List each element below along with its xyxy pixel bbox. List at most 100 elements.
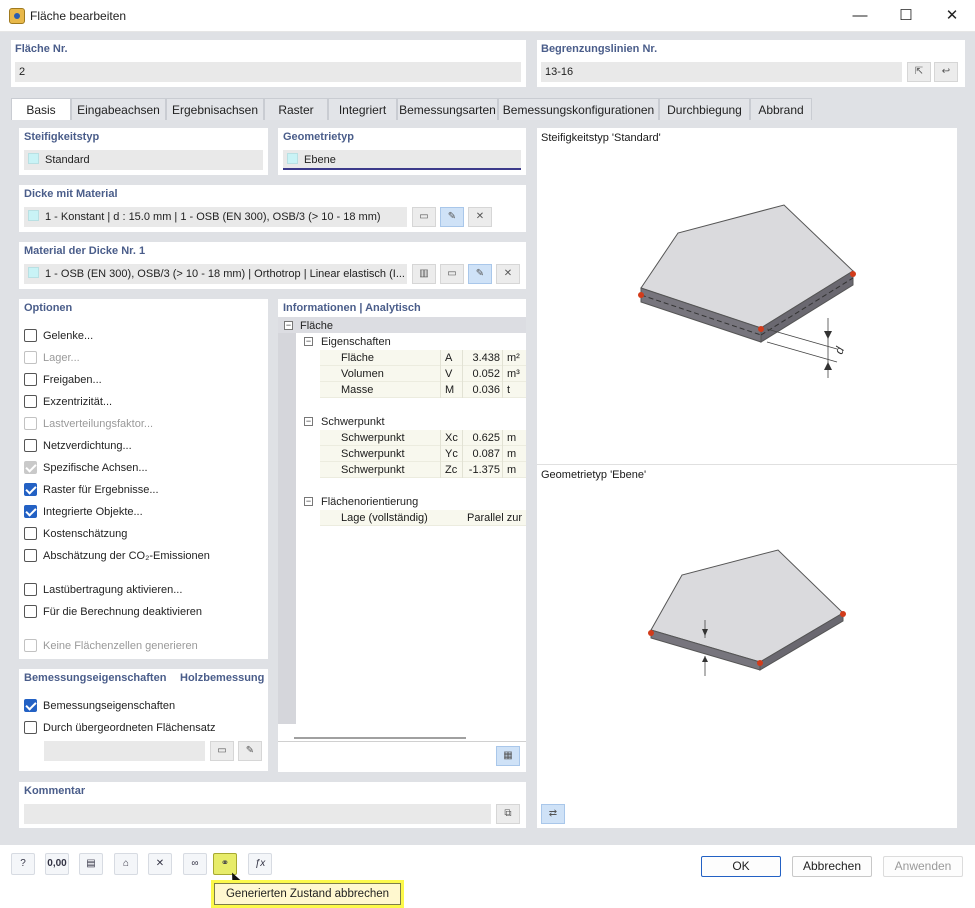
option-checkbox[interactable] (24, 605, 37, 618)
option-checkbox[interactable] (24, 483, 37, 496)
option-row[interactable]: Abschätzung der CO₂-Emissionen (24, 549, 210, 565)
delete-material-icon[interactable]: ✕ (496, 264, 520, 284)
option-checkbox[interactable] (24, 583, 37, 596)
material-select[interactable]: 1 - OSB (EN 300), OSB/3 (> 10 - 18 mm) |… (24, 264, 407, 284)
tree-node-flaeche: Fläche (300, 320, 334, 332)
option-row[interactable]: Integrierte Objekte... (24, 505, 143, 521)
boundary-lines-field[interactable]: 13-16 (541, 62, 902, 82)
table-export-icon[interactable]: ▦ (496, 746, 520, 766)
ok-button[interactable]: OK (701, 856, 781, 877)
design-option-checkbox[interactable] (24, 699, 37, 712)
help-icon[interactable]: ? (11, 853, 35, 875)
column-divider (462, 430, 463, 446)
edit-material-icon[interactable]: ✎ (468, 264, 492, 284)
tooltip-highlight: Generierten Zustand abbrechen (211, 880, 404, 908)
tab-integriert[interactable]: Integriert (328, 98, 397, 120)
option-checkbox[interactable] (24, 329, 37, 342)
option-checkbox[interactable] (24, 373, 37, 386)
apply-button[interactable]: Anwenden (883, 856, 963, 877)
new-material-icon[interactable]: ▭ (440, 264, 464, 284)
edit-thickness-icon[interactable]: ✎ (440, 207, 464, 227)
divider (278, 741, 526, 742)
comment-field[interactable] (24, 804, 491, 824)
collapse-toggle-icon[interactable]: − (304, 417, 313, 426)
option-row[interactable]: Raster für Ergebnisse... (24, 483, 159, 499)
option-label: Raster für Ergebnisse... (43, 484, 159, 496)
option-label: Kostenschätzung (43, 528, 128, 540)
option-checkbox[interactable] (24, 505, 37, 518)
option-checkbox[interactable] (24, 351, 37, 364)
column-divider (462, 382, 463, 398)
property-name: Volumen (341, 368, 384, 380)
option-checkbox[interactable] (24, 639, 37, 652)
geometry-type-value: Ebene (304, 154, 336, 166)
formula-icon[interactable]: ƒx (248, 853, 272, 875)
collapse-toggle-icon[interactable]: − (304, 337, 313, 346)
option-label: Lastübertragung aktivieren... (43, 584, 183, 596)
option-checkbox[interactable] (24, 439, 37, 452)
thickness-select[interactable]: 1 - Konstant | d : 15.0 mm | 1 - OSB (EN… (24, 207, 407, 227)
option-row[interactable]: Exzentrizität... (24, 395, 112, 411)
minimize-button[interactable]: — (837, 0, 883, 32)
option-checkbox[interactable] (24, 527, 37, 540)
info-panel-icon[interactable]: ▤ (79, 853, 103, 875)
delete-object-icon[interactable]: ✕ (148, 853, 172, 875)
column-divider (462, 462, 463, 478)
column-divider (440, 366, 441, 382)
collapse-toggle-icon[interactable]: − (284, 321, 293, 330)
option-row[interactable]: Freigaben... (24, 373, 102, 389)
option-checkbox[interactable] (24, 549, 37, 562)
new-set-icon[interactable]: ▭ (210, 741, 234, 761)
material-library-icon[interactable]: ▥ (412, 264, 436, 284)
tab-raster[interactable]: Raster (264, 98, 328, 120)
tab-abbrand[interactable]: Abbrand (750, 98, 812, 120)
design-option-row[interactable]: Bemessungseigenschaften (24, 699, 175, 715)
edit-set-icon[interactable]: ✎ (238, 741, 262, 761)
node-point (758, 326, 764, 332)
option-row[interactable]: Für die Berechnung deaktivieren (24, 605, 202, 621)
option-checkbox[interactable] (24, 395, 37, 408)
property-name: Masse (341, 384, 374, 396)
tab-eingabeachsen[interactable]: Eingabeachsen (71, 98, 166, 120)
geometry-type-select[interactable]: Ebene (283, 150, 521, 170)
pick-lines-icon[interactable]: ⇱ (907, 62, 931, 82)
option-row[interactable]: Netzverdichtung... (24, 439, 132, 455)
tab-bemessungsarten[interactable]: Bemessungsarten (397, 98, 498, 120)
close-button[interactable]: ✕ (929, 0, 975, 32)
tab-ergebnisachsen[interactable]: Ergebnisachsen (166, 98, 264, 120)
maximize-button[interactable]: ☐ (883, 0, 929, 32)
option-checkbox[interactable] (24, 417, 37, 430)
stiffness-type-select[interactable]: Standard (24, 150, 263, 170)
view-icon[interactable]: ⌂ (114, 853, 138, 875)
property-name: Schwerpunkt (341, 448, 405, 460)
collapse-toggle-icon[interactable]: − (304, 497, 313, 506)
link-icon[interactable]: ∞ (183, 853, 207, 875)
design-option-checkbox[interactable] (24, 721, 37, 734)
option-row[interactable]: Lager... (24, 351, 80, 367)
new-thickness-icon[interactable]: ▭ (412, 207, 436, 227)
design-option-row[interactable]: Durch übergeordneten Flächensatz (24, 721, 215, 737)
surface-no-field[interactable]: 2 (15, 62, 521, 82)
tab-basis[interactable]: Basis (11, 98, 71, 121)
undo-icon[interactable]: ↩ (934, 62, 958, 82)
option-checkbox[interactable] (24, 461, 37, 474)
cancel-button[interactable]: Abbrechen (792, 856, 872, 877)
units-icon[interactable]: 0,00 (45, 853, 69, 875)
option-row[interactable]: Gelenke... (24, 329, 93, 345)
option-row[interactable]: Kostenschätzung (24, 527, 127, 543)
option-row[interactable]: Spezifische Achsen... (24, 461, 148, 477)
delete-thickness-icon[interactable]: ✕ (468, 207, 492, 227)
horizontal-scrollbar[interactable] (294, 737, 466, 739)
copy-comment-icon[interactable]: ⧉ (496, 804, 520, 824)
boundary-lines-label: Begrenzungslinien Nr. (541, 43, 658, 55)
option-row[interactable]: Lastübertragung aktivieren... (24, 583, 182, 599)
tab-bemessungskonfigurationen[interactable]: Bemessungskonfigurationen (498, 98, 659, 120)
column-divider (502, 366, 503, 382)
property-name: Lage (vollständig) (341, 512, 428, 524)
arrow-head (824, 362, 832, 370)
option-row[interactable]: Keine Flächenzellen generieren (24, 639, 198, 655)
tab-durchbiegung[interactable]: Durchbiegung (659, 98, 750, 120)
comment-label: Kommentar (24, 785, 86, 797)
surface-set-field[interactable] (44, 741, 205, 761)
option-row[interactable]: Lastverteilungsfaktor... (24, 417, 153, 433)
